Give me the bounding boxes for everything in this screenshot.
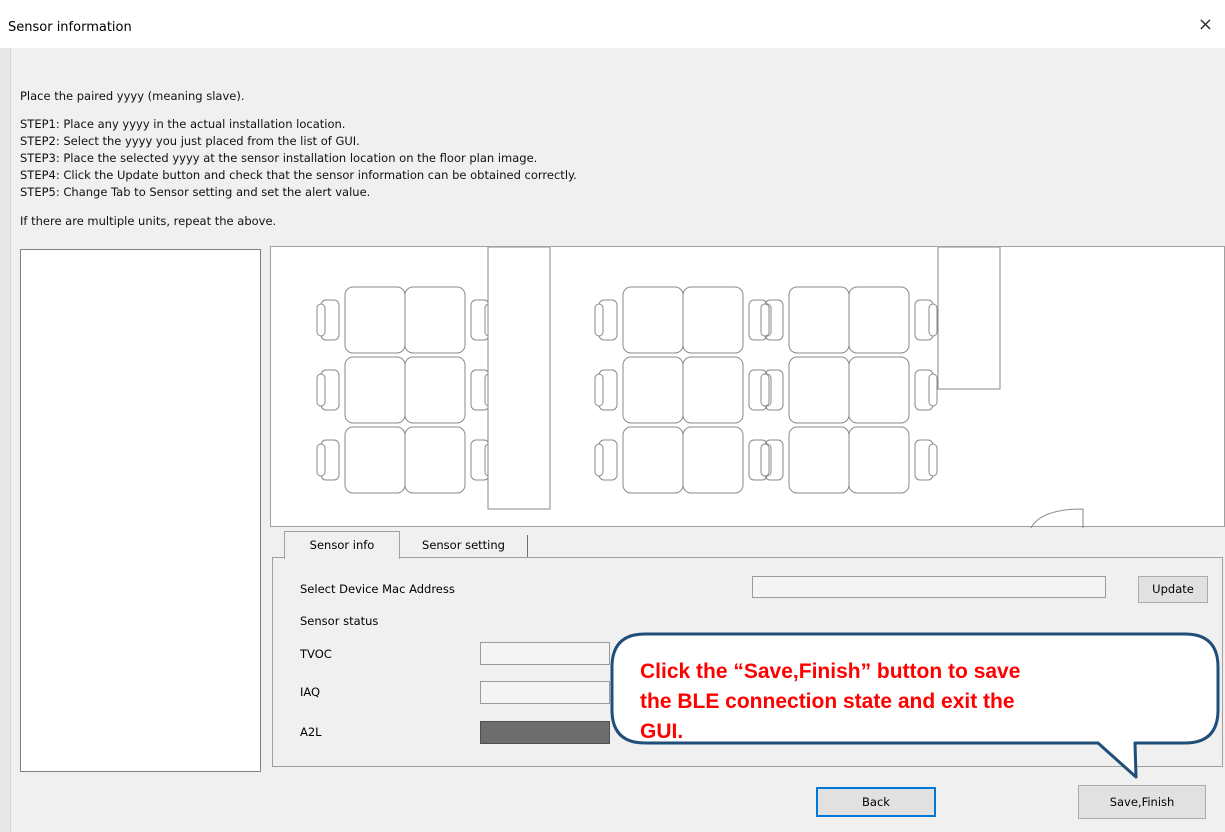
door-arc xyxy=(1030,508,1084,528)
step-3-text: STEP3: Place the selected yyyy at the se… xyxy=(20,151,538,165)
desk-left xyxy=(622,286,684,354)
desk-left xyxy=(622,356,684,424)
desk-right xyxy=(682,426,744,494)
step-4-text: STEP4: Click the Update button and check… xyxy=(20,168,577,182)
tvoc-label: TVOC xyxy=(300,647,332,661)
partition xyxy=(487,247,551,510)
chair xyxy=(760,439,784,481)
desk-left xyxy=(788,356,850,424)
chair xyxy=(760,299,784,341)
back-button[interactable]: Back xyxy=(816,787,936,817)
chair xyxy=(316,369,340,411)
step-1-text: STEP1: Place any yyyy in the actual inst… xyxy=(20,117,346,131)
chair xyxy=(316,299,340,341)
callout-line-3: GUI. xyxy=(640,720,684,743)
chair xyxy=(594,369,618,411)
a2l-value-field xyxy=(480,721,610,744)
desk-right xyxy=(848,356,910,424)
intro-text: Place the paired yyyy (meaning slave). xyxy=(20,89,245,103)
chair xyxy=(594,299,618,341)
mac-address-label: Select Device Mac Address xyxy=(300,582,455,596)
a2l-label: A2L xyxy=(300,725,322,739)
desk-left xyxy=(344,356,406,424)
desk-left xyxy=(622,426,684,494)
tab-sensor-info[interactable]: Sensor info xyxy=(284,531,400,559)
repeat-note: If there are multiple units, repeat the … xyxy=(20,214,277,228)
iaq-label: IAQ xyxy=(300,685,321,699)
callout-text: Click the “Save,Finish” button to save t… xyxy=(640,657,1200,747)
callout-line-1: Click the “Save,Finish” button to save xyxy=(640,660,1021,683)
chair xyxy=(316,439,340,481)
title-bar: Sensor information × xyxy=(0,0,1225,48)
window-title: Sensor information xyxy=(8,20,132,35)
callout-line-2: the BLE connection state and exit the xyxy=(640,690,1015,713)
chair xyxy=(760,369,784,411)
chair xyxy=(594,439,618,481)
desk-right xyxy=(404,426,466,494)
window-left-edge xyxy=(0,48,11,832)
desk-right xyxy=(404,286,466,354)
tab-sensor-setting[interactable]: Sensor setting xyxy=(400,535,528,557)
desk-left xyxy=(344,286,406,354)
floor-plan-drawing xyxy=(316,247,1084,528)
desk-right xyxy=(848,286,910,354)
sensor-status-label: Sensor status xyxy=(300,614,379,628)
mac-address-field[interactable] xyxy=(752,576,1106,598)
floor-plan[interactable] xyxy=(270,246,1225,528)
save-finish-button[interactable]: Save,Finish xyxy=(1078,785,1206,819)
desk-right xyxy=(682,356,744,424)
desk-right xyxy=(404,356,466,424)
desk-right xyxy=(682,286,744,354)
cabinet xyxy=(937,247,1001,390)
step-2-text: STEP2: Select the yyyy you just placed f… xyxy=(20,134,360,148)
desk-left xyxy=(344,426,406,494)
chair xyxy=(914,369,938,411)
desk-right xyxy=(848,426,910,494)
close-icon[interactable]: × xyxy=(1198,16,1213,34)
desk-left xyxy=(788,426,850,494)
update-button[interactable]: Update xyxy=(1138,576,1208,603)
chair xyxy=(914,299,938,341)
chair xyxy=(914,439,938,481)
iaq-value-field xyxy=(480,681,610,704)
tvoc-value-field xyxy=(480,642,610,665)
desk-left xyxy=(788,286,850,354)
step-5-text: STEP5: Change Tab to Sensor setting and … xyxy=(20,185,371,199)
device-list[interactable] xyxy=(20,249,261,772)
